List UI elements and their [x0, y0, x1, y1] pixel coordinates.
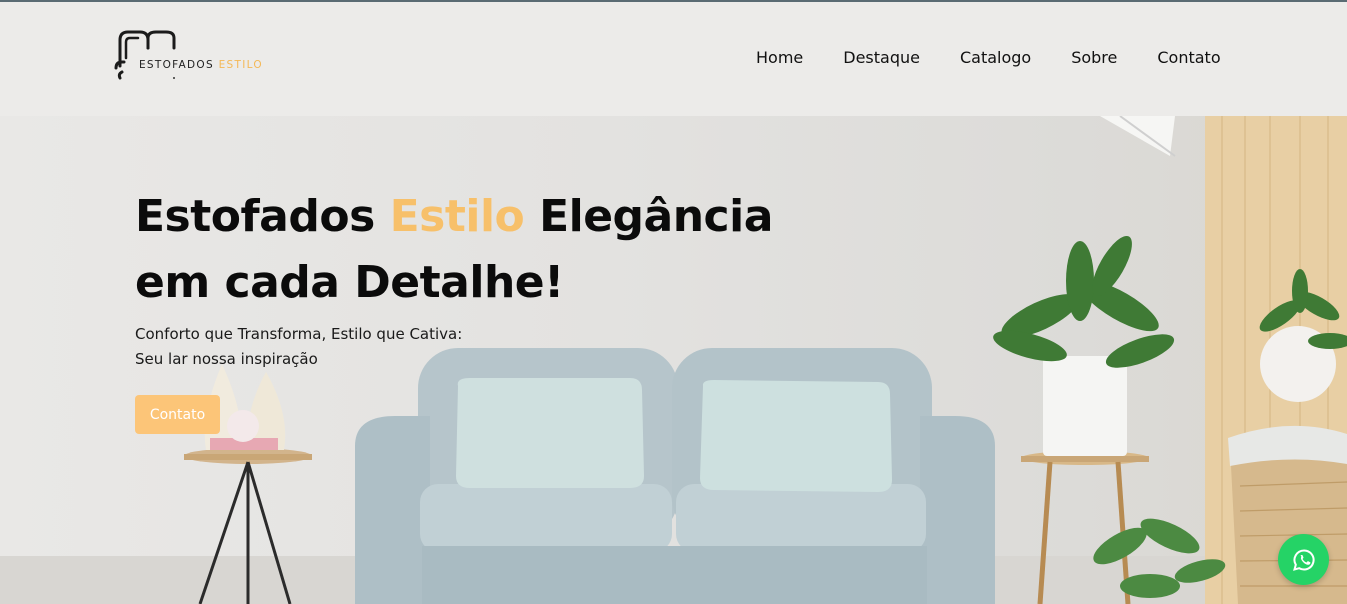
nav-home[interactable]: Home	[756, 48, 803, 67]
sofa-logo-icon	[114, 30, 176, 80]
hero-title-accent: Estilo	[389, 191, 525, 242]
hero-title-part1: Estofados	[135, 191, 390, 242]
nav-sobre[interactable]: Sobre	[1071, 48, 1117, 67]
hero-subtitle-line1: Conforto que Transforma, Estilo que Cati…	[135, 325, 463, 343]
nav-destaque[interactable]: Destaque	[843, 48, 920, 67]
hero-subtitle-line2: Seu lar nossa inspiração	[135, 350, 318, 368]
logo-word-primary: ESTOFADOS	[139, 59, 214, 71]
nav-catalogo[interactable]: Catalogo	[960, 48, 1031, 67]
logo-word-accent: ESTILO	[218, 59, 263, 71]
hero-title-line2: em cada Detalhe!	[135, 257, 564, 308]
nav-contato[interactable]: Contato	[1157, 48, 1220, 67]
hero-section: Estofados Estilo Elegância em cada Detal…	[0, 116, 1347, 604]
contact-button[interactable]: Contato	[135, 395, 220, 434]
whatsapp-button[interactable]	[1278, 534, 1329, 585]
hero-title: Estofados Estilo Elegância em cada Detal…	[135, 184, 773, 316]
whatsapp-icon	[1292, 548, 1315, 571]
logo-text: ESTOFADOS ESTILO	[139, 59, 263, 71]
main-nav: Home Destaque Catalogo Sobre Contato	[756, 48, 1221, 67]
hero-title-part2: Elegância	[524, 191, 773, 242]
hero-subtitle: Conforto que Transforma, Estilo que Cati…	[135, 322, 462, 372]
brand-logo[interactable]: ESTOFADOS ESTILO	[112, 28, 282, 84]
site-header: ESTOFADOS ESTILO Home Destaque Catalogo …	[0, 2, 1347, 116]
